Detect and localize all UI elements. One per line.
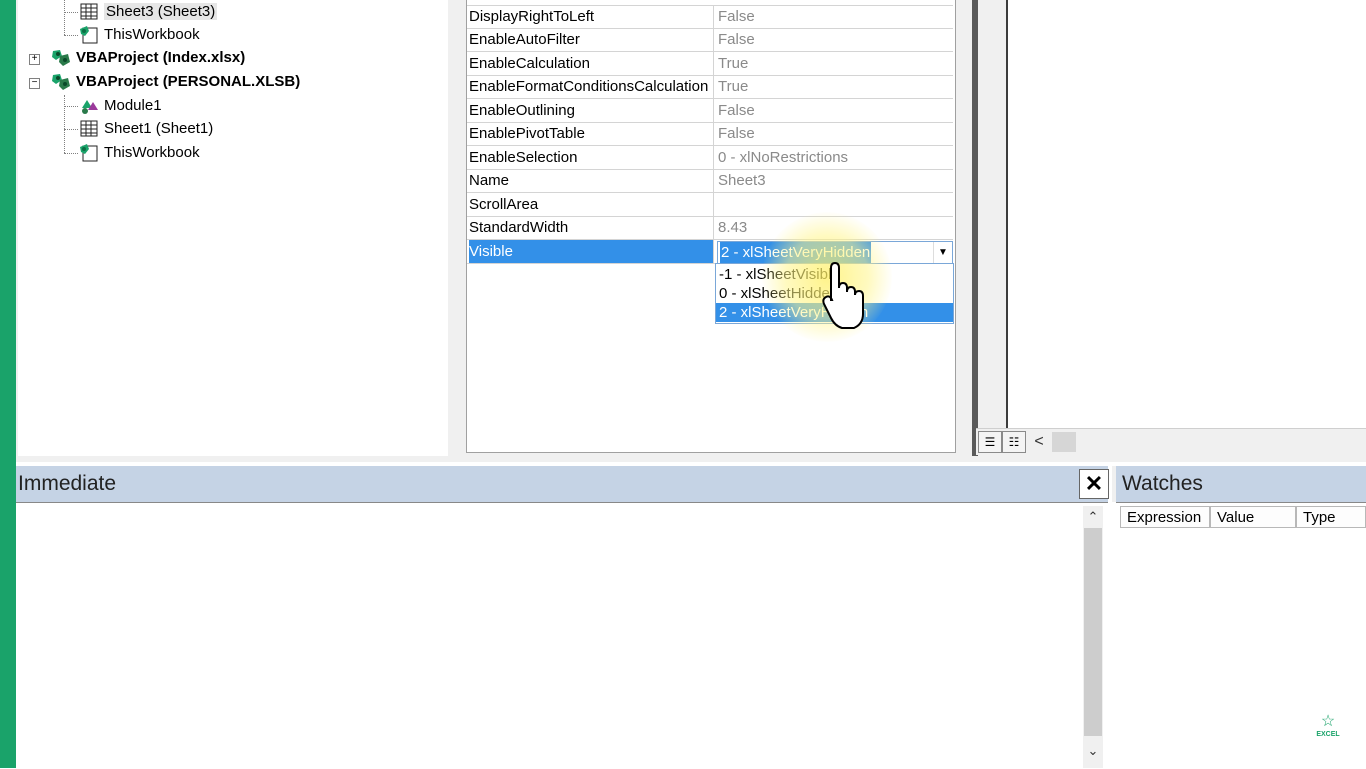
- property-value[interactable]: False: [718, 5, 950, 28]
- code-bottom-bar: ☰ ☷ <: [976, 428, 1366, 455]
- tree-connector: [64, 95, 65, 153]
- tree-item-vbaproject-index[interactable]: VBAProject (Index.xlsx): [50, 47, 245, 69]
- property-name: EnableSelection: [469, 146, 714, 169]
- column-header-value[interactable]: Value: [1210, 506, 1296, 528]
- property-name: EnableCalculation: [469, 52, 714, 75]
- property-row[interactable]: Name Sheet3: [467, 169, 953, 193]
- dropdown-current-value: 2 - xlSheetVeryHidden: [720, 242, 872, 263]
- immediate-input[interactable]: [16, 502, 1108, 769]
- full-module-view-icon[interactable]: ☷: [1002, 431, 1026, 453]
- property-name: EnableFormatConditionsCalculation: [469, 75, 714, 98]
- collapse-toggle[interactable]: −: [29, 78, 40, 89]
- property-row[interactable]: StandardWidth 8.43: [467, 216, 953, 240]
- tree-item-sheet3[interactable]: Sheet3 (Sheet3): [78, 1, 218, 23]
- tree-item-label: ThisWorkbook: [104, 26, 200, 43]
- property-value[interactable]: 0 - xlNoRestrictions: [718, 146, 950, 169]
- tree-connector: [64, 0, 65, 35]
- vbaproject-icon: [52, 74, 70, 91]
- tree-item-vbaproject-personal[interactable]: VBAProject (PERSONAL.XLSB): [50, 71, 300, 93]
- property-row[interactable]: EnableAutoFilter False: [467, 28, 953, 52]
- property-value[interactable]: False: [718, 28, 950, 51]
- tree-connector: [64, 129, 78, 130]
- horizontal-scroll-thumb[interactable]: [1052, 432, 1076, 452]
- property-row[interactable]: EnableOutlining False: [467, 99, 953, 123]
- excel-logo: ☆ EXCEL: [1304, 714, 1352, 748]
- tree-item-thisworkbook[interactable]: ThisWorkbook: [78, 24, 200, 46]
- tree-connector: [64, 35, 78, 36]
- scroll-up-icon[interactable]: ⌃: [1083, 506, 1103, 528]
- star-icon: ☆: [1320, 713, 1336, 730]
- tree-item-label: Sheet3 (Sheet3): [104, 3, 218, 20]
- tree-item-module1[interactable]: Module1: [78, 95, 162, 117]
- property-name: EnablePivotTable: [469, 122, 714, 145]
- property-row[interactable]: EnableCalculation True: [467, 52, 953, 76]
- sheet-icon: [80, 120, 98, 137]
- property-name: Name: [469, 169, 714, 192]
- module-icon: [82, 100, 98, 115]
- tree-connector: [64, 12, 78, 13]
- immediate-title: Immediate: [18, 472, 117, 495]
- scroll-left-icon[interactable]: <: [1030, 432, 1048, 452]
- vertical-scroll-thumb[interactable]: [1084, 528, 1102, 736]
- property-value[interactable]: False: [718, 99, 950, 122]
- code-editor[interactable]: [1006, 0, 1366, 428]
- immediate-titlebar: Immediate ✕: [16, 466, 1109, 502]
- project-tree: Sheet3 (Sheet3) ThisWorkbook + VBAProjec…: [18, 0, 448, 456]
- tree-item-label: Module1: [104, 97, 162, 114]
- property-row[interactable]: EnableFormatConditionsCalculation True: [467, 75, 953, 99]
- scroll-down-icon[interactable]: ⌄: [1083, 740, 1103, 762]
- tree-item-label: ThisWorkbook: [104, 144, 200, 161]
- tree-item-thisworkbook[interactable]: ThisWorkbook: [78, 142, 200, 164]
- property-row[interactable]: EnablePivotTable False: [467, 122, 953, 146]
- watches-titlebar: Watches: [1112, 466, 1366, 502]
- vbaproject-icon: [52, 50, 70, 67]
- tree-item-label: VBAProject (Index.xlsx): [76, 49, 246, 66]
- property-row[interactable]: EnableSelection 0 - xlNoRestrictions: [467, 146, 953, 170]
- dropdown-arrow-icon[interactable]: ▼: [933, 242, 952, 263]
- property-name: EnableOutlining: [469, 99, 714, 122]
- window-edge-stripe: [0, 0, 16, 768]
- vertical-scrollbar[interactable]: ⌃ ⌄: [1083, 506, 1103, 768]
- property-value[interactable]: False: [718, 122, 950, 145]
- column-header-type[interactable]: Type: [1296, 506, 1366, 528]
- logo-text: EXCEL: [1316, 731, 1340, 738]
- column-header-expression[interactable]: Expression: [1120, 506, 1210, 528]
- property-row[interactable]: DisplayRightToLeft False: [467, 5, 953, 29]
- property-name: ScrollArea: [469, 193, 714, 216]
- tree-connector: [64, 153, 78, 154]
- workbook-icon: [80, 26, 98, 44]
- sheet-icon: [80, 3, 98, 20]
- tree-connector: [64, 106, 78, 107]
- property-value[interactable]: 8.43: [718, 216, 950, 239]
- property-value[interactable]: True: [718, 75, 950, 98]
- watches-title: Watches: [1122, 472, 1203, 495]
- splitter-bar[interactable]: [972, 0, 978, 456]
- tree-item-sheet1[interactable]: Sheet1 (Sheet1): [78, 118, 213, 140]
- hand-cursor-icon: [822, 262, 864, 329]
- property-row[interactable]: ScrollArea: [467, 193, 953, 217]
- visible-dropdown[interactable]: 2 - xlSheetVeryHidden ▼: [717, 241, 953, 264]
- tree-item-label: VBAProject (PERSONAL.XLSB): [76, 73, 301, 90]
- close-icon[interactable]: ✕: [1079, 469, 1109, 499]
- property-name: DisplayRightToLeft: [469, 5, 714, 28]
- property-name: Visible: [469, 240, 714, 263]
- property-value[interactable]: [718, 193, 950, 216]
- expand-toggle[interactable]: +: [29, 54, 40, 65]
- property-value[interactable]: Sheet3: [718, 169, 950, 192]
- tree-item-label: Sheet1 (Sheet1): [104, 120, 214, 137]
- procedure-view-icon[interactable]: ☰: [978, 431, 1002, 453]
- property-name: StandardWidth: [469, 216, 714, 239]
- property-value[interactable]: True: [718, 52, 950, 75]
- workbook-icon: [80, 144, 98, 162]
- property-name: EnableAutoFilter: [469, 28, 714, 51]
